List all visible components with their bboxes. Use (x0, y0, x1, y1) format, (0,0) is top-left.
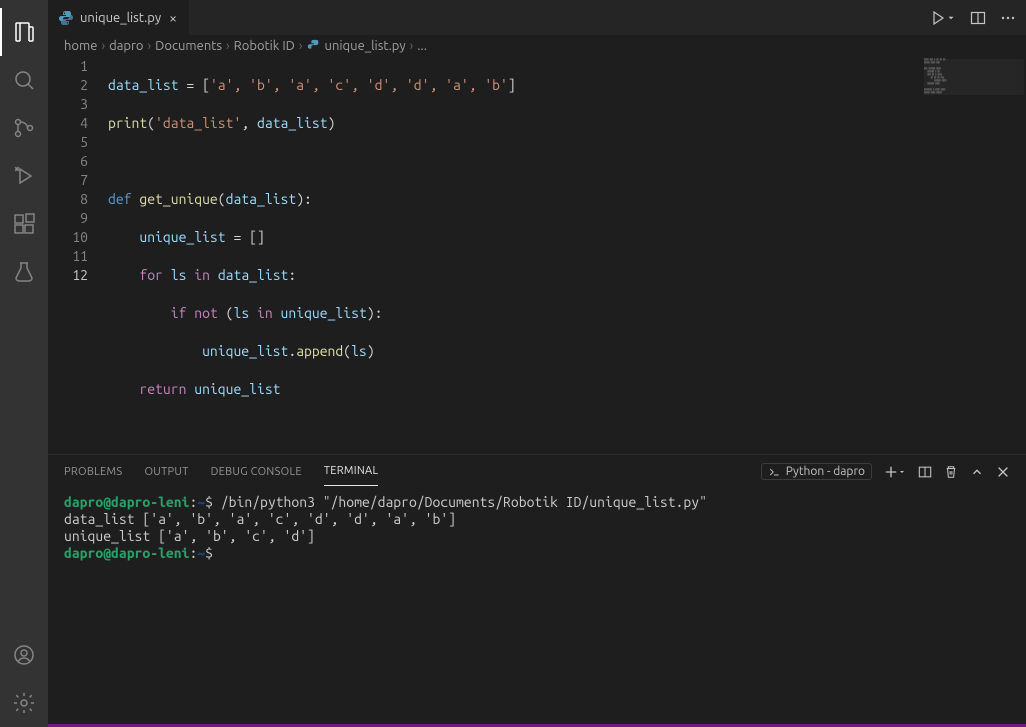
tab-debug-console[interactable]: DEBUG CONSOLE (211, 458, 302, 486)
activity-bar (0, 0, 48, 727)
tabs-bar: unique_list.py × (48, 0, 1026, 35)
split-terminal-icon[interactable] (918, 465, 932, 479)
maximize-panel-icon[interactable] (970, 465, 984, 479)
bottom-panel: PROBLEMS OUTPUT DEBUG CONSOLE TERMINAL P… (48, 454, 1026, 724)
tab-unique-list[interactable]: unique_list.py × (48, 0, 190, 35)
more-actions-icon[interactable] (1000, 10, 1016, 26)
breadcrumb-item[interactable]: dapro (109, 39, 143, 53)
split-editor-icon[interactable] (970, 10, 986, 26)
tab-output[interactable]: OUTPUT (144, 458, 188, 486)
breadcrumb-item[interactable]: Documents (155, 39, 222, 53)
settings-gear-icon[interactable] (0, 679, 48, 727)
close-panel-icon[interactable] (996, 465, 1010, 479)
tab-terminal[interactable]: TERMINAL (324, 457, 379, 486)
new-terminal-icon[interactable] (884, 465, 906, 479)
tab-problems[interactable]: PROBLEMS (64, 458, 122, 486)
extensions-icon[interactable] (0, 200, 48, 248)
code-editor[interactable]: 1 2 3 4 5 6 7 8 9 10 11 12 data_list = [… (48, 57, 1026, 454)
testing-icon[interactable] (0, 248, 48, 296)
breadcrumb-item[interactable]: Robotik ID (234, 39, 295, 53)
run-debug-icon[interactable] (0, 152, 48, 200)
panel-actions: Python - dapro (761, 463, 1010, 480)
kill-terminal-icon[interactable] (944, 465, 958, 479)
breadcrumb-item[interactable]: unique_list.py (307, 39, 406, 53)
line-gutter: 1 2 3 4 5 6 7 8 9 10 11 12 (48, 57, 108, 454)
explorer-icon[interactable] (0, 8, 48, 56)
editor-actions (930, 0, 1026, 35)
minimap[interactable]: ████ ███ █ ██ ██ ██ █████ ████ ███ ███ █… (924, 59, 1024, 109)
terminal-picker[interactable]: Python - dapro (761, 463, 872, 480)
panel-tabs: PROBLEMS OUTPUT DEBUG CONSOLE TERMINAL P… (48, 455, 1026, 488)
code-content[interactable]: data_list = ['a', 'b', 'a', 'c', 'd', 'd… (108, 57, 1026, 454)
breadcrumb-item[interactable]: ... (417, 39, 427, 53)
accounts-icon[interactable] (0, 631, 48, 679)
source-control-icon[interactable] (0, 104, 48, 152)
python-file-icon (58, 10, 74, 26)
main-area: unique_list.py × home› dapro› Documents›… (48, 0, 1026, 727)
breadcrumb-item[interactable]: home (64, 39, 97, 53)
breadcrumb: home› dapro› Documents› Robotik ID› uniq… (48, 35, 1026, 57)
search-icon[interactable] (0, 56, 48, 104)
close-icon[interactable]: × (167, 10, 179, 26)
run-button[interactable] (930, 10, 956, 26)
tab-label: unique_list.py (80, 11, 161, 25)
terminal-content[interactable]: dapro@dapro-leni:~$ /bin/python3 "/home/… (48, 488, 1026, 724)
